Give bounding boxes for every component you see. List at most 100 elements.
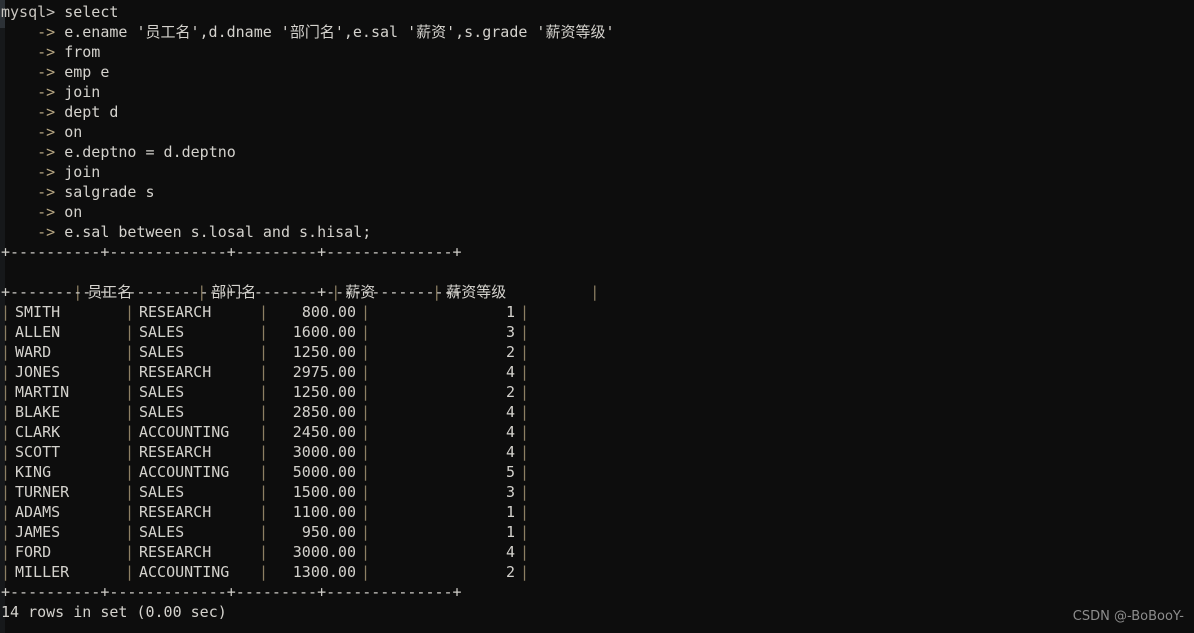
border-pipe: | — [1, 483, 11, 501]
border-pipe: | — [259, 463, 269, 481]
border-pipe: | — [361, 423, 371, 441]
cell-ename: MARTIN — [15, 383, 70, 401]
sql-line-1: -> from — [0, 42, 614, 62]
cell-sal: 1250.00 — [292, 343, 356, 361]
cell-dname: RESEARCH — [139, 363, 212, 381]
column-header-grade: 薪资等级 — [446, 283, 507, 301]
continuation-arrow: -> — [1, 123, 65, 141]
cell-dname: RESEARCH — [139, 503, 212, 521]
border-pipe: | — [361, 483, 371, 501]
border-pipe: | — [520, 343, 530, 361]
cell-ename: MILLER — [15, 563, 70, 581]
border-pipe: | — [361, 543, 371, 561]
table-row: | ALLEN | SALES | 1600.00 | 3 | — [0, 322, 614, 342]
border-pipe: | — [1, 543, 11, 561]
border-pipe: | — [1, 323, 11, 341]
border-pipe: | — [520, 363, 530, 381]
csdn-watermark: CSDN @-BoBooY- — [1072, 609, 1184, 624]
border-pipe: | — [590, 283, 600, 301]
cell-dname: ACCOUNTING — [139, 563, 230, 581]
sql-line-2: -> emp e — [0, 62, 614, 82]
cell-grade: 1 — [505, 503, 515, 521]
cell-dname: ACCOUNTING — [139, 423, 230, 441]
table-row: | ADAMS | RESEARCH | 1100.00 | 1 | — [0, 502, 614, 522]
continuation-arrow: -> — [1, 63, 65, 81]
border-pipe: | — [361, 463, 371, 481]
sql-continuation-lines: -> e.ename '员工名',d.dname '部门名',e.sal '薪资… — [0, 22, 614, 242]
sql-line-5: -> on — [0, 122, 614, 142]
cell-sal: 800.00 — [301, 303, 356, 321]
cell-sal: 2850.00 — [292, 403, 356, 421]
cell-ename: TURNER — [15, 483, 70, 501]
border-pipe: | — [259, 423, 269, 441]
sql-line-text: on — [64, 203, 83, 221]
cell-grade: 2 — [505, 343, 515, 361]
cell-ename: ALLEN — [15, 323, 61, 341]
cell-sal: 950.00 — [301, 523, 356, 541]
cell-sal: 3000.00 — [292, 443, 356, 461]
border-pipe: | — [361, 443, 371, 461]
border-pipe: | — [520, 503, 530, 521]
border-pipe: | — [259, 503, 269, 521]
cell-sal: 1100.00 — [292, 503, 356, 521]
cell-grade: 5 — [505, 463, 515, 481]
mysql-prompt: mysql> — [1, 3, 65, 21]
sql-line-8: -> salgrade s — [0, 182, 614, 202]
border-pipe: | — [520, 423, 530, 441]
cell-grade: 3 — [505, 483, 515, 501]
cell-dname: RESEARCH — [139, 443, 212, 461]
sql-line-7: -> join — [0, 162, 614, 182]
sql-line-10: -> e.sal between s.losal and s.hisal; — [0, 222, 614, 242]
sql-line-0: -> e.ename '员工名',d.dname '部门名',e.sal '薪资… — [0, 22, 614, 42]
cell-ename: ADAMS — [15, 503, 61, 521]
border-pipe: | — [1, 503, 11, 521]
cell-grade: 4 — [505, 543, 515, 561]
command-keyword: select — [64, 3, 119, 21]
sql-line-6: -> e.deptno = d.deptno — [0, 142, 614, 162]
cell-grade: 1 — [505, 303, 515, 321]
cell-dname: ACCOUNTING — [139, 463, 230, 481]
border-pipe: | — [1, 403, 11, 421]
cell-dname: SALES — [139, 343, 185, 361]
border-pipe: | — [361, 403, 371, 421]
cell-grade: 3 — [505, 323, 515, 341]
cell-sal: 5000.00 — [292, 463, 356, 481]
sql-line-text: dept d — [64, 103, 119, 121]
continuation-arrow: -> — [1, 23, 65, 41]
border-pipe: | — [361, 363, 371, 381]
table-row: | TURNER | SALES | 1500.00 | 3 | — [0, 482, 614, 502]
cell-sal: 1600.00 — [292, 323, 356, 341]
table-header-row: | 员工名 | 部门名 | 薪资 | 薪资等级 | — [0, 262, 614, 301]
sql-line-text: e.sal between s.losal and s.hisal; — [64, 223, 372, 241]
cell-sal: 2975.00 — [292, 363, 356, 381]
table-row: | FORD | RESEARCH | 3000.00 | 4 | — [0, 542, 614, 562]
cell-dname: SALES — [139, 323, 185, 341]
border-pipe: | — [259, 523, 269, 541]
mysql-terminal-window[interactable]: mysql> select -> e.ename '员工名',d.dname '… — [0, 0, 1194, 633]
border-pipe: | — [125, 483, 135, 501]
border-pipe: | — [259, 543, 269, 561]
border-pipe: | — [259, 443, 269, 461]
continuation-arrow: -> — [1, 103, 65, 121]
cell-grade: 2 — [505, 563, 515, 581]
cell-sal: 1250.00 — [292, 383, 356, 401]
border-pipe: | — [259, 363, 269, 381]
border-pipe: | — [259, 383, 269, 401]
cell-dname: SALES — [139, 523, 185, 541]
table-row: | MILLER | ACCOUNTING | 1300.00 | 2 | — [0, 562, 614, 582]
border-pipe: | — [520, 383, 530, 401]
table-row: | MARTIN | SALES | 1250.00 | 2 | — [0, 382, 614, 402]
table-body: | SMITH | RESEARCH | 800.00 | 1 | | ALLEN | SALES | 16… — [0, 302, 614, 582]
sql-command-block: mysql> select -> e.ename '员工名',d.dname '… — [0, 2, 614, 242]
border-pipe: | — [259, 483, 269, 501]
sql-line-text: from — [64, 43, 101, 61]
border-pipe: | — [520, 563, 530, 581]
border-pipe: | — [259, 563, 269, 581]
result-set: +----------+-------------+---------+----… — [0, 242, 614, 602]
border-pipe: | — [259, 323, 269, 341]
border-pipe: | — [1, 343, 11, 361]
border-pipe: | — [520, 323, 530, 341]
sql-line-4: -> dept d — [0, 102, 614, 122]
border-pipe: | — [125, 523, 135, 541]
table-row: | CLARK | ACCOUNTING | 2450.00 | 4 | — [0, 422, 614, 442]
